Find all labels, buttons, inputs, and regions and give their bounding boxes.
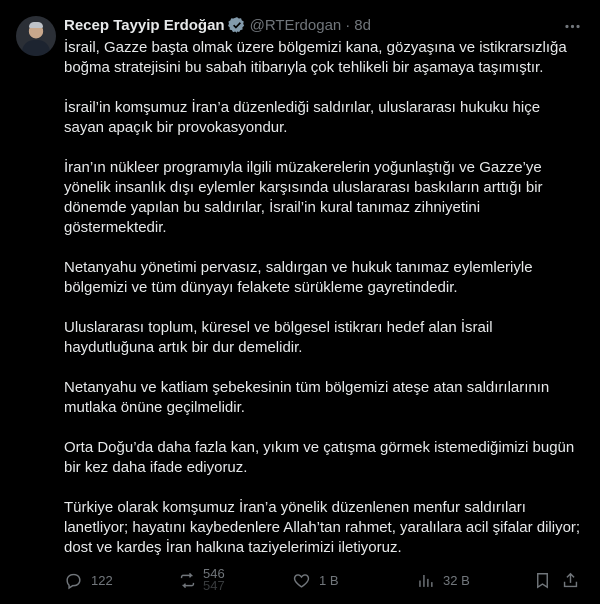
reply-count: 122 [91,572,113,588]
tweet-card[interactable]: Recep Tayyip Erdoğan @RTErdogan · 8d İsr… [0,0,600,604]
tweet-paragraph: Uluslararası toplum, küresel ve bölgesel… [64,319,493,356]
tweet-paragraph: Netanyahu ve katliam şebekesinin tüm böl… [64,379,550,416]
reply-button[interactable]: 122 [64,566,113,594]
share-button[interactable] [556,566,584,594]
tweet-paragraph: Türkiye olarak komşumuz İran’a yönelik d… [64,499,581,556]
heart-icon [293,573,310,588]
tweet-paragraph: İran’ın nükleer programıyla ilgili müzak… [64,159,543,236]
action-bar: 122 546 547 1 B 32 B [64,566,584,594]
tweet-paragraph: Orta Doğu’da daha fazla kan, yıkım ve ça… [64,439,575,476]
tweet-text: İsrail, Gazze başta olmak üzere bölgemiz… [64,38,584,578]
views-button[interactable]: 32 B [416,566,470,594]
verified-badge-icon[interactable] [227,16,246,34]
more-options-icon[interactable] [558,12,586,40]
separator-dot: · [345,16,351,34]
like-button[interactable]: 1 B [292,566,339,594]
tweet-paragraph: Netanyahu yönetimi pervasız, saldırgan v… [64,259,533,296]
like-count: 1 B [319,572,339,588]
tweet-header: Recep Tayyip Erdoğan @RTErdogan · 8d [64,14,371,36]
avatar-suit [22,40,50,56]
reply-icon [66,573,81,589]
repost-count-next: 547 [203,578,225,592]
share-icon [563,572,577,587]
repost-icon [180,572,195,588]
avatar[interactable] [16,16,56,56]
views-chart-icon [419,574,433,587]
bookmark-icon [536,572,548,589]
tweet-paragraph: İsrail, Gazze başta olmak üzere bölgemiz… [64,39,567,76]
bookmark-button[interactable] [528,566,556,594]
repost-count: 546 547 [203,568,225,592]
repost-button[interactable]: 546 547 [178,566,225,594]
tweet-paragraph: İsrail’in komşumuz İran’a düzenlediği sa… [64,99,541,136]
avatar-hair [29,22,43,28]
author-name[interactable]: Recep Tayyip Erdoğan [64,17,225,34]
author-handle[interactable]: @RTErdogan [250,17,342,34]
tweet-time[interactable]: 8d [354,17,371,34]
views-count: 32 B [443,572,470,588]
